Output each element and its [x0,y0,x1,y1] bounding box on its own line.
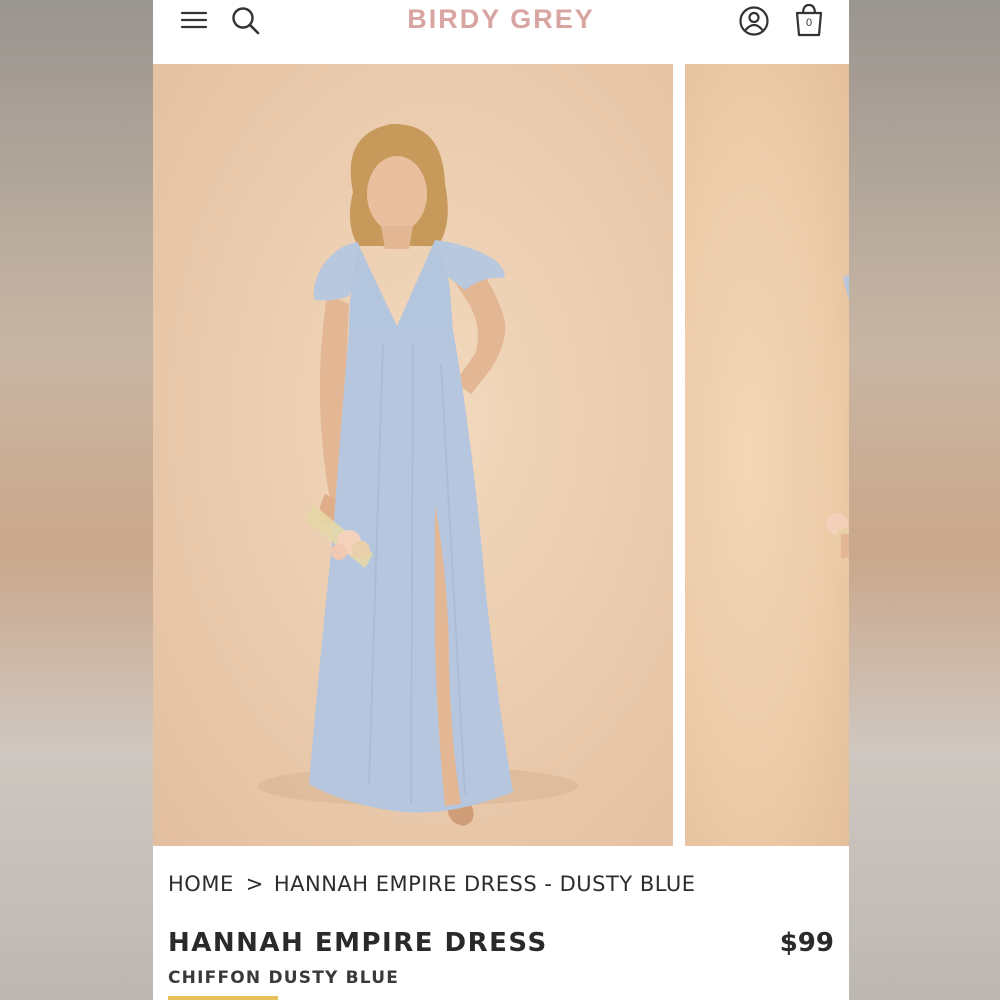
product-price: $99 [779,928,834,958]
product-photo-next-peek[interactable] [685,64,849,846]
breadcrumb: HOME > HANNAH EMPIRE DRESS - DUSTY BLUE [168,872,696,896]
account-icon[interactable] [738,5,770,37]
model-wearing-dress-image [258,123,578,826]
cart-button[interactable]: 0 [793,2,825,38]
top-navigation-bar: BIRDY GREY 0 [153,0,849,64]
photo-frame-left [0,0,153,1000]
next-photo-image [826,274,849,558]
product-title: HANNAH EMPIRE DRESS [168,928,548,958]
product-photo-main[interactable] [153,64,673,846]
product-page: BIRDY GREY 0 HOME > HANNAH EMPIRE DRESS … [153,0,849,1000]
product-variant: CHIFFON DUSTY BLUE [168,968,400,988]
cart-count: 0 [805,17,813,29]
breadcrumb-current: HANNAH EMPIRE DRESS - DUSTY BLUE [273,872,696,896]
breadcrumb-home-link[interactable]: HOME [168,872,234,896]
option-chip-edge [168,996,278,1000]
product-image-gallery[interactable] [153,64,849,846]
breadcrumb-separator: > [245,872,264,896]
photo-frame-right [849,0,1000,1000]
